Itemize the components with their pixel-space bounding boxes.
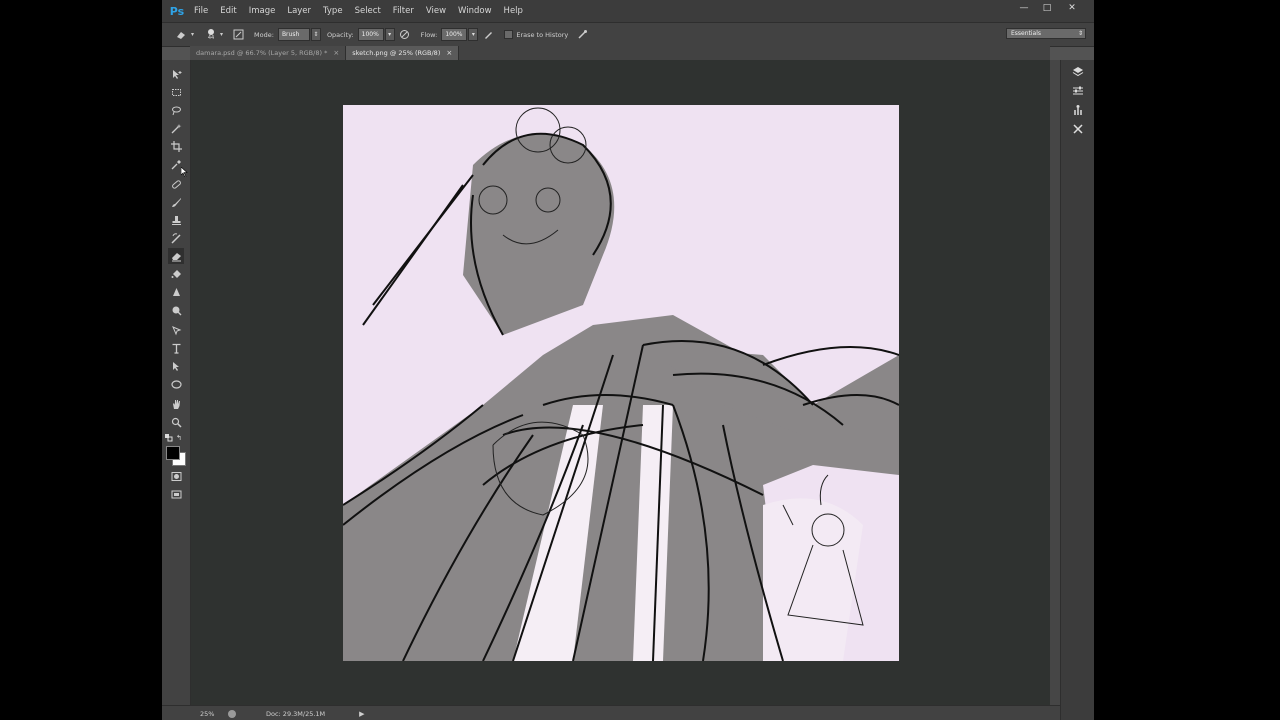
status-menu-arrow-icon[interactable]: ▶ [359, 710, 364, 718]
type-icon[interactable] [168, 340, 184, 356]
tools-panel: ↰ [162, 60, 191, 708]
brush-icon[interactable] [168, 194, 184, 210]
erase-to-history-label: Erase to History [516, 30, 569, 39]
document-tabs: damara.psd @ 66.7% (Layer 5, RGB/8) * × … [190, 46, 1050, 60]
brush-size-picker[interactable]: 44 [204, 28, 218, 41]
erase-to-history-checkbox[interactable] [504, 30, 514, 39]
close-button[interactable]: ✕ [1061, 0, 1083, 16]
menu-file[interactable]: File [188, 0, 214, 22]
blur-icon[interactable] [168, 284, 184, 300]
opacity-label: Opacity: [326, 30, 354, 39]
menu-layer[interactable]: Layer [281, 0, 317, 22]
history-brush-icon[interactable] [168, 230, 184, 246]
eraser-tool-preset-icon[interactable] [174, 28, 188, 42]
opacity-slider-arrow[interactable]: ▾ [384, 28, 395, 41]
menu-view[interactable]: View [420, 0, 452, 22]
pen-icon[interactable] [168, 322, 184, 338]
foreground-color-swatch[interactable] [166, 446, 180, 460]
clone-stamp-icon[interactable] [168, 212, 184, 228]
tab-label: damara.psd @ 66.7% (Layer 5, RGB/8) * [196, 49, 328, 57]
mode-label: Mode: [254, 30, 274, 39]
photoshop-logo: Ps [169, 4, 185, 18]
adjustments-icon[interactable] [1071, 84, 1085, 98]
brush-size-value: 44 [207, 34, 215, 41]
options-bar: ▾ 44 ▾ Mode: Brush ⇕ Opacity: 100% ▾ Flo… [162, 22, 1094, 47]
status-bar: 25% Doc: 29.3M/25.1M ▶ [162, 705, 1060, 720]
healing-brush-icon[interactable] [168, 176, 184, 192]
brush-picker-arrow[interactable]: ▾ [220, 31, 223, 38]
marquee-icon[interactable] [168, 84, 184, 100]
dodge-icon[interactable] [168, 302, 184, 318]
mode-select-arrow[interactable]: ⇕ [310, 28, 321, 41]
pressure-opacity-icon[interactable] [398, 28, 412, 42]
airbrush-icon[interactable] [481, 28, 495, 42]
layers-icon[interactable] [1071, 65, 1085, 79]
tab-sketch[interactable]: sketch.png @ 25% (RGB/8) × [346, 46, 460, 60]
ellipse-icon[interactable] [168, 376, 184, 392]
flow-label: Flow: [420, 30, 438, 39]
flow-slider-arrow[interactable]: ▾ [468, 28, 479, 41]
menu-help[interactable]: Help [498, 0, 529, 22]
screen-mode-icon[interactable] [168, 486, 184, 502]
move-icon[interactable] [168, 66, 184, 82]
minimize-button[interactable]: — [1013, 0, 1035, 16]
menu-type[interactable]: Type [317, 0, 349, 22]
menu-bar: Ps File Edit Image Layer Type Select Fil… [162, 0, 1094, 22]
path-select-icon[interactable] [168, 358, 184, 374]
menu-select[interactable]: Select [349, 0, 387, 22]
vertical-scrollbar[interactable] [1050, 60, 1060, 705]
swap-colors-icon[interactable]: ↰ [176, 434, 184, 442]
tab-damara[interactable]: damara.psd @ 66.7% (Layer 5, RGB/8) * × [190, 46, 347, 60]
workspace-label: Essentials [1011, 30, 1042, 37]
flow-input[interactable]: 100% [441, 28, 468, 41]
tool-presets-icon[interactable] [1071, 122, 1085, 136]
paint-bucket-icon[interactable] [168, 266, 184, 282]
crop-icon[interactable] [168, 138, 184, 154]
brush-panel-toggle-icon[interactable] [231, 28, 245, 42]
mouse-cursor-icon [181, 167, 188, 177]
document-size-info: Doc: 29.3M/25.1M [266, 709, 326, 718]
hand-icon[interactable] [168, 396, 184, 412]
maximize-button[interactable]: □ [1036, 0, 1058, 16]
menu-filter[interactable]: Filter [387, 0, 420, 22]
workspace-switcher[interactable]: Essentials ⇕ [1006, 28, 1086, 39]
status-info-icon[interactable] [228, 709, 236, 718]
preset-dropdown-arrow[interactable]: ▾ [191, 31, 194, 38]
zoom-level[interactable]: 25% [200, 710, 220, 718]
magic-wand-icon[interactable] [168, 120, 184, 136]
tab-close-icon[interactable]: × [333, 49, 339, 57]
photoshop-window: Ps File Edit Image Layer Type Select Fil… [162, 0, 1094, 720]
quick-mask-icon[interactable] [168, 468, 184, 484]
mode-select[interactable]: Brush [277, 28, 310, 41]
sketch-document[interactable] [343, 105, 899, 661]
canvas-area[interactable] [191, 60, 1050, 705]
zoom-icon[interactable] [168, 414, 184, 430]
default-colors-icon[interactable] [165, 434, 173, 442]
tab-label: sketch.png @ 25% (RGB/8) [352, 49, 441, 57]
pressure-size-icon[interactable] [575, 28, 589, 42]
panel-dock [1060, 60, 1094, 720]
menu-edit[interactable]: Edit [214, 0, 242, 22]
lasso-icon[interactable] [168, 102, 184, 118]
brush-presets-icon[interactable] [1071, 103, 1085, 117]
menu-image[interactable]: Image [243, 0, 282, 22]
workspace-arrow-icon: ⇕ [1077, 30, 1083, 37]
menu-window[interactable]: Window [452, 0, 498, 22]
tab-close-icon[interactable]: × [446, 49, 452, 57]
opacity-input[interactable]: 100% [357, 28, 384, 41]
eraser-icon[interactable] [168, 248, 184, 264]
sketch-artwork [343, 107, 899, 661]
